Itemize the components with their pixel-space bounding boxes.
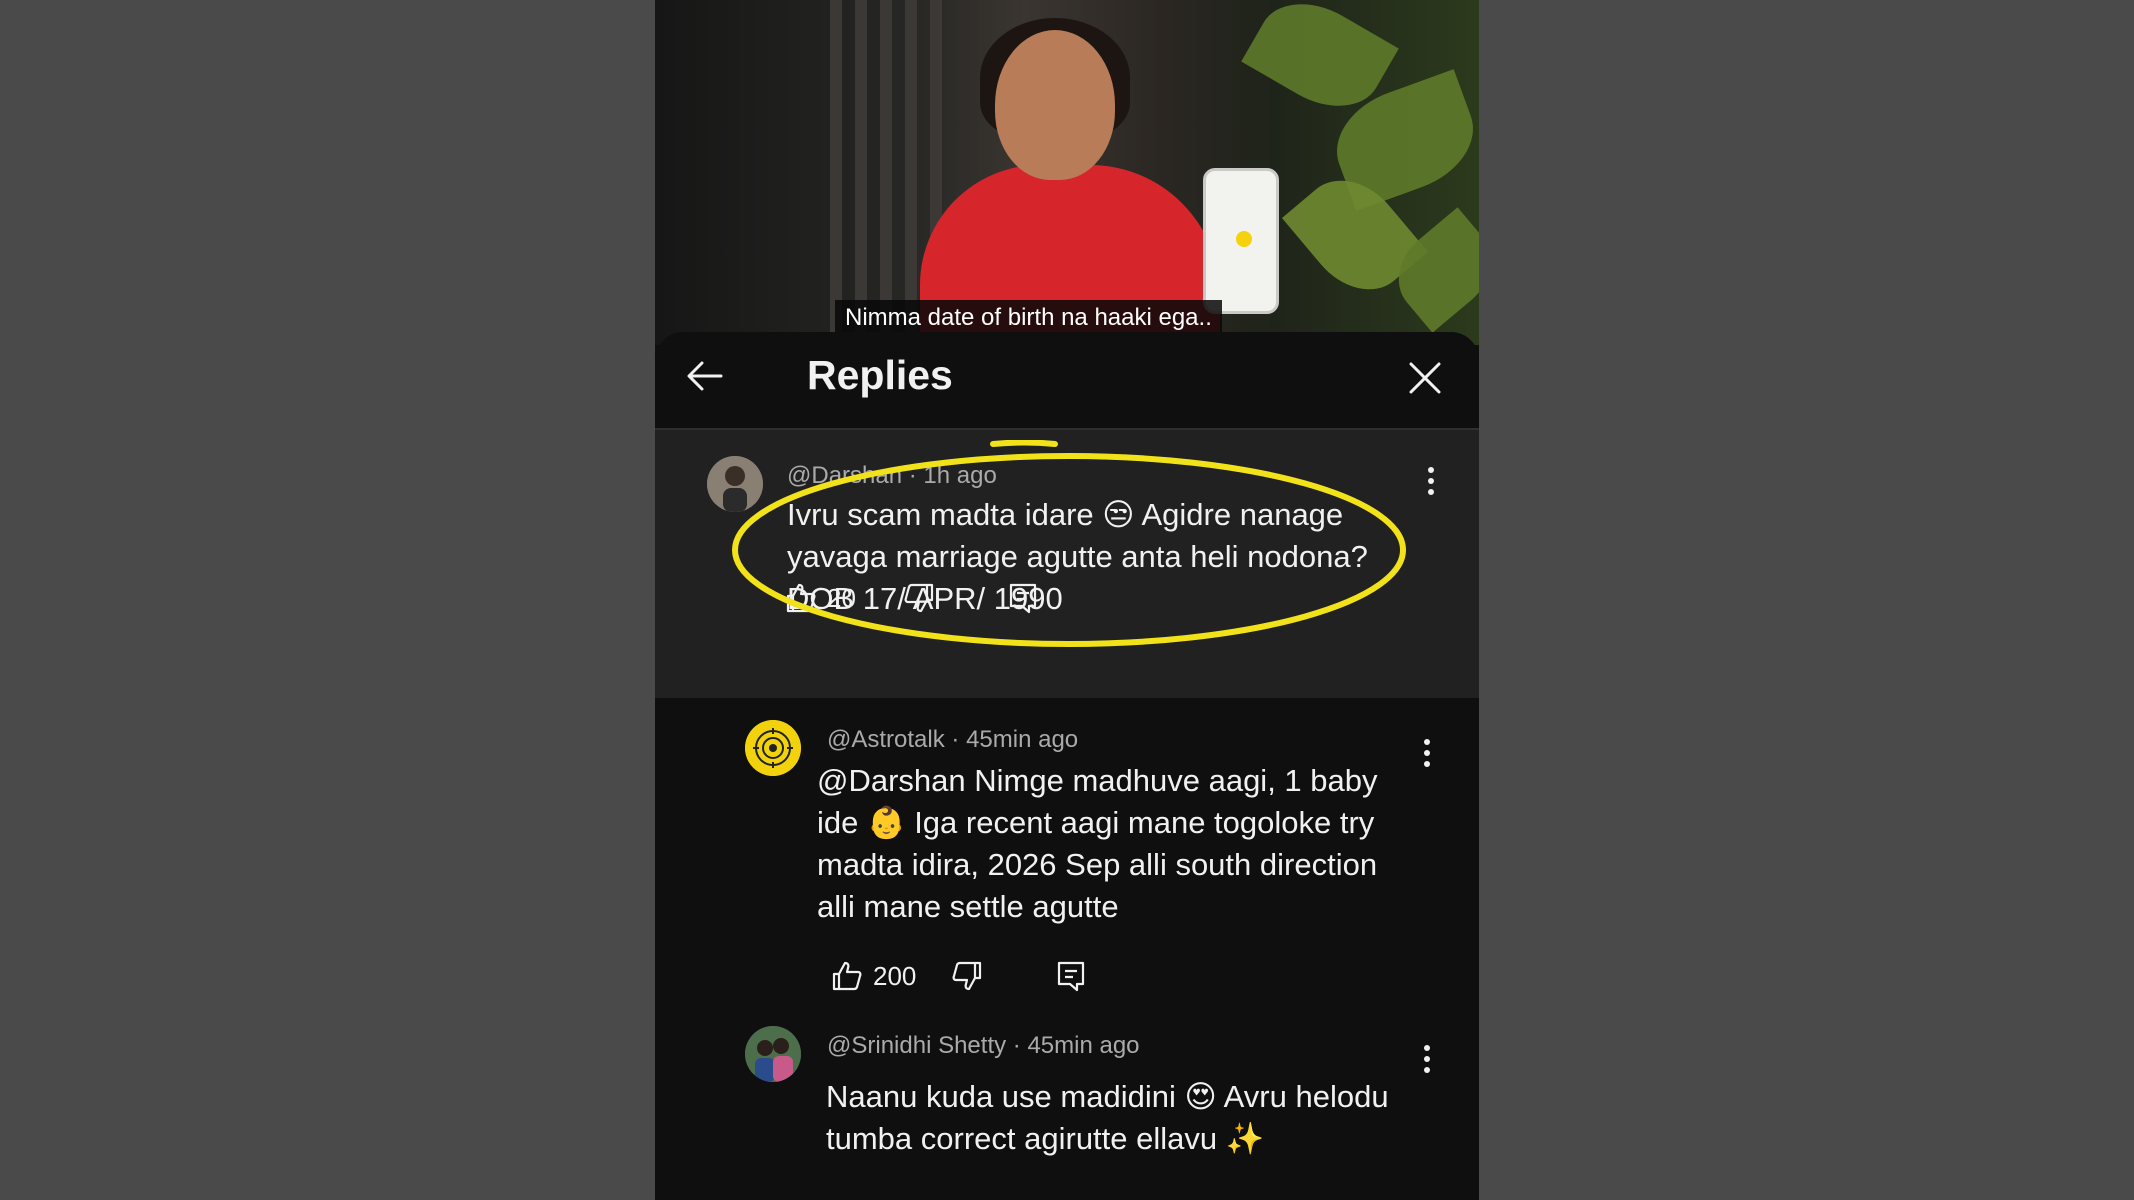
replies-header: Replies: [655, 332, 1479, 430]
thumb-up-icon: [831, 960, 863, 992]
reply-button[interactable]: [1055, 960, 1087, 992]
thumb-down-icon: [951, 960, 983, 992]
background-stripe: [830, 0, 842, 345]
close-icon[interactable]: [1407, 360, 1443, 396]
more-vert-icon[interactable]: [1423, 738, 1431, 768]
comment-reply-icon: [1055, 960, 1087, 992]
phone-screen: Nimma date of birth na haaki ega.. Repli…: [655, 0, 1479, 1200]
held-phone: [1203, 168, 1279, 314]
meta-separator: ·: [1012, 1032, 1021, 1059]
highlight-ring: [725, 440, 1413, 652]
dislike-button[interactable]: [951, 960, 983, 992]
page-title: Replies: [807, 352, 953, 398]
comment-author[interactable]: @Astrotalk: [827, 726, 945, 753]
background-stripe: [855, 0, 867, 345]
avatar[interactable]: [745, 1026, 801, 1082]
reply-text: Naanu kuda use madidini 😍 Avru helodu tu…: [826, 1079, 1389, 1156]
presenter-face: [995, 30, 1115, 180]
comment-time: 45min ago: [1027, 1032, 1140, 1059]
avatar[interactable]: [745, 720, 801, 776]
comment-meta: @Astrotalk · 45min ago: [827, 726, 1078, 754]
background-stripe: [880, 0, 892, 345]
arrow-left-icon[interactable]: [685, 356, 725, 396]
comment-author[interactable]: @Srinidhi Shetty: [827, 1032, 1006, 1059]
more-vert-icon[interactable]: [1423, 1044, 1431, 1074]
comment-meta: @Srinidhi Shetty · 45min ago: [827, 1032, 1140, 1060]
app-logo-dot: [1236, 231, 1252, 247]
comment-time: 45min ago: [966, 726, 1079, 753]
meta-separator: ·: [951, 726, 960, 753]
reply-text: @Darshan Nimge madhuve aagi, 1 baby ide …: [817, 763, 1378, 924]
background-stripe: [905, 0, 917, 345]
like-button[interactable]: 200: [831, 960, 916, 992]
like-count: 200: [873, 960, 917, 991]
video-player[interactable]: Nimma date of birth na haaki ega..: [655, 0, 1479, 345]
more-vert-icon[interactable]: [1427, 466, 1435, 496]
